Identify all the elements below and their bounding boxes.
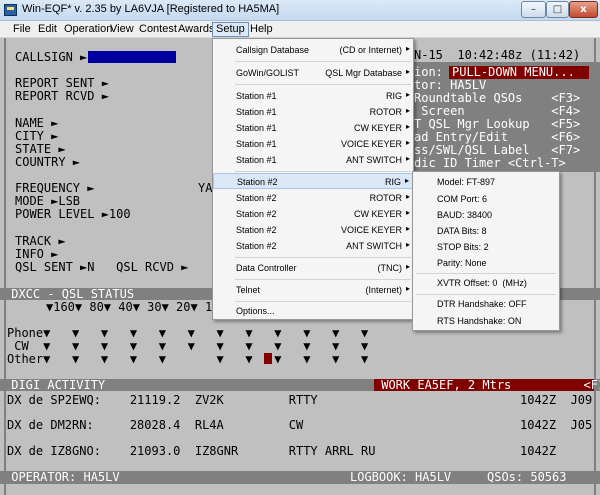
submenu-arrow-icon: ▸ <box>404 176 409 185</box>
power-label: POWER LEVEL ►100 <box>15 207 131 221</box>
menu-item-station1-rotor[interactable]: Station #1 ROTOR ▸ <box>213 104 413 120</box>
maximize-button[interactable]: □ <box>546 1 569 18</box>
panel-line-8: dic ID Timer <Ctrl-T> <box>414 156 566 170</box>
submenu-arrow-icon: ▸ <box>405 90 410 99</box>
menu-item-station1-cw-keyer[interactable]: Station #1 CW KEYER ▸ <box>213 120 413 136</box>
screen-border-left <box>4 38 6 495</box>
rig-com-port[interactable]: COM Port: 6 <box>437 194 487 204</box>
ya-label: YA <box>198 181 213 195</box>
clock-display: N-15 10:42:48z (11:42) <box>414 48 581 62</box>
menu-item-station1-ant-switch[interactable]: Station #1 ANT SWITCH ▸ <box>213 152 413 168</box>
report-rcvd-label: REPORT RCVD ► <box>15 89 109 103</box>
menu-item-gowin-golist[interactable]: GoWin/GOLIST QSL Mgr Database ▸ <box>213 65 413 81</box>
submenu-arrow-icon: ▸ <box>405 192 410 201</box>
status-bar: OPERATOR: HA5LV LOGBOOK: HA5LV QSOs: 505… <box>0 471 600 484</box>
country-label: COUNTRY ► <box>15 155 81 169</box>
submenu-arrow-icon: ▸ <box>405 44 410 53</box>
submenu-arrow-icon: ▸ <box>405 67 410 76</box>
close-button[interactable]: x <box>569 1 598 18</box>
menu-item-station2-cw-keyer[interactable]: Station #2 CW KEYER ▸ <box>213 206 413 222</box>
rig-dtr-handshake[interactable]: DTR Handshake: OFF <box>437 299 527 309</box>
menu-view[interactable]: View <box>107 22 137 37</box>
menu-separator <box>235 279 411 280</box>
submenu-arrow-icon: ▸ <box>405 122 410 131</box>
submenu-arrow-icon: ▸ <box>405 106 410 115</box>
rig-data-bits[interactable]: DATA Bits: 8 <box>437 226 487 236</box>
callsign-label: CALLSIGN ► <box>15 50 88 64</box>
callsign-input[interactable] <box>88 51 176 63</box>
title-bar: Win-EQF* v. 2.35 by LA6VJA [Registered t… <box>0 0 600 21</box>
worked-marker <box>264 353 272 364</box>
menu-item-station2-rotor[interactable]: Station #2 ROTOR ▸ <box>213 190 413 206</box>
band-row: ▼160▼ 80▼ 40▼ 30▼ 20▼ 1 <box>46 300 213 314</box>
menu-separator <box>235 257 411 258</box>
menu-item-station1-voice-keyer[interactable]: Station #1 VOICE KEYER ▸ <box>213 136 413 152</box>
menu-separator <box>235 61 411 62</box>
submenu-arrow-icon: ▸ <box>405 262 410 271</box>
menu-contest[interactable]: Contest <box>136 22 180 37</box>
window-title: Win-EQF* v. 2.35 by LA6VJA [Registered t… <box>22 3 280 15</box>
menu-separator <box>416 273 556 274</box>
spot-time: 1042Z J09 <box>520 393 593 407</box>
rig-stop-bits[interactable]: STOP Bits: 2 <box>437 242 489 252</box>
function-key-panel: ion: PULL-DOWN MENU... tor: HA5LV Roundt… <box>414 62 600 172</box>
menu-bar: File Edit Operation View Contest Awards … <box>0 21 600 38</box>
menu-help[interactable]: Help <box>247 22 276 37</box>
setup-dropdown-menu: Callsign Database (CD or Internet) ▸ GoW… <box>212 38 414 320</box>
rig-rts-handshake[interactable]: RTS Handshake: ON <box>437 316 521 326</box>
spot-row[interactable]: DX de DM2RN: 28028.4 RL4A CW <box>7 419 303 432</box>
rig-settings-submenu: Model: FT-897 COM Port: 6 BAUD: 38400 DA… <box>412 171 560 331</box>
menu-item-station2-rig[interactable]: Station #2 RIG ▸ <box>213 173 413 189</box>
submenu-arrow-icon: ▸ <box>405 240 410 249</box>
minimize-button[interactable]: – <box>521 1 546 18</box>
menu-item-station2-voice-keyer[interactable]: Station #2 VOICE KEYER ▸ <box>213 222 413 238</box>
logbook-status: LOGBOOK: HA5LV <box>350 470 452 484</box>
spot-row[interactable]: DX de SP2EWQ: 21119.2 ZV2K RTTY <box>7 394 318 407</box>
menu-file[interactable]: File <box>10 22 34 37</box>
submenu-arrow-icon: ▸ <box>405 154 410 163</box>
spot-time: 1042Z <box>520 444 557 458</box>
other-row: Other▼ ▼ ▼ ▼ ▼ ▼ ▼ ▼ ▼ ▼ ▼ <box>7 352 369 366</box>
menu-item-callsign-database[interactable]: Callsign Database (CD or Internet) ▸ <box>213 42 413 58</box>
menu-item-station2-ant-switch[interactable]: Station #2 ANT SWITCH ▸ <box>213 238 413 254</box>
rig-baud[interactable]: BAUD: 38400 <box>437 210 492 220</box>
menu-setup[interactable]: Setup <box>212 22 249 37</box>
menu-separator <box>235 84 411 85</box>
menu-item-options[interactable]: Options... <box>213 303 413 319</box>
menu-separator <box>416 294 556 295</box>
digi-activity-title: DIGI ACTIVITY <box>4 378 106 392</box>
qso-count: QSOs: 50563 <box>487 470 567 484</box>
rig-parity[interactable]: Parity: None <box>437 258 487 268</box>
menu-item-station1-rig[interactable]: Station #1 RIG ▸ <box>213 88 413 104</box>
spot-row[interactable]: DX de IZ8GNO: 21093.0 IZ8GNR RTTY ARRL R… <box>7 445 375 458</box>
qsl-status-row: QSL SENT ►N QSL RCVD ► <box>15 260 189 274</box>
menu-edit[interactable]: Edit <box>35 22 60 37</box>
menu-separator <box>235 301 411 302</box>
rig-model[interactable]: Model: FT-897 <box>437 177 495 187</box>
menu-item-data-controller[interactable]: Data Controller (TNC) ▸ <box>213 260 413 276</box>
work-station-banner[interactable]: WORK EA5EF, 2 Mtrs <F11> <box>374 379 600 391</box>
operator-status: OPERATOR: HA5LV <box>4 470 120 484</box>
submenu-arrow-icon: ▸ <box>405 224 410 233</box>
menu-item-telnet[interactable]: Telnet (Internet) ▸ <box>213 282 413 298</box>
submenu-arrow-icon: ▸ <box>405 208 410 217</box>
app-icon <box>4 4 17 16</box>
submenu-arrow-icon: ▸ <box>405 284 410 293</box>
submenu-arrow-icon: ▸ <box>405 138 410 147</box>
menu-separator <box>235 171 411 172</box>
rig-xvtr-offset[interactable]: XVTR Offset: 0 (MHz) <box>437 278 527 288</box>
dxcc-status-title: DXCC - QSL STATUS <box>4 287 135 301</box>
spot-time: 1042Z J05 <box>520 418 593 432</box>
